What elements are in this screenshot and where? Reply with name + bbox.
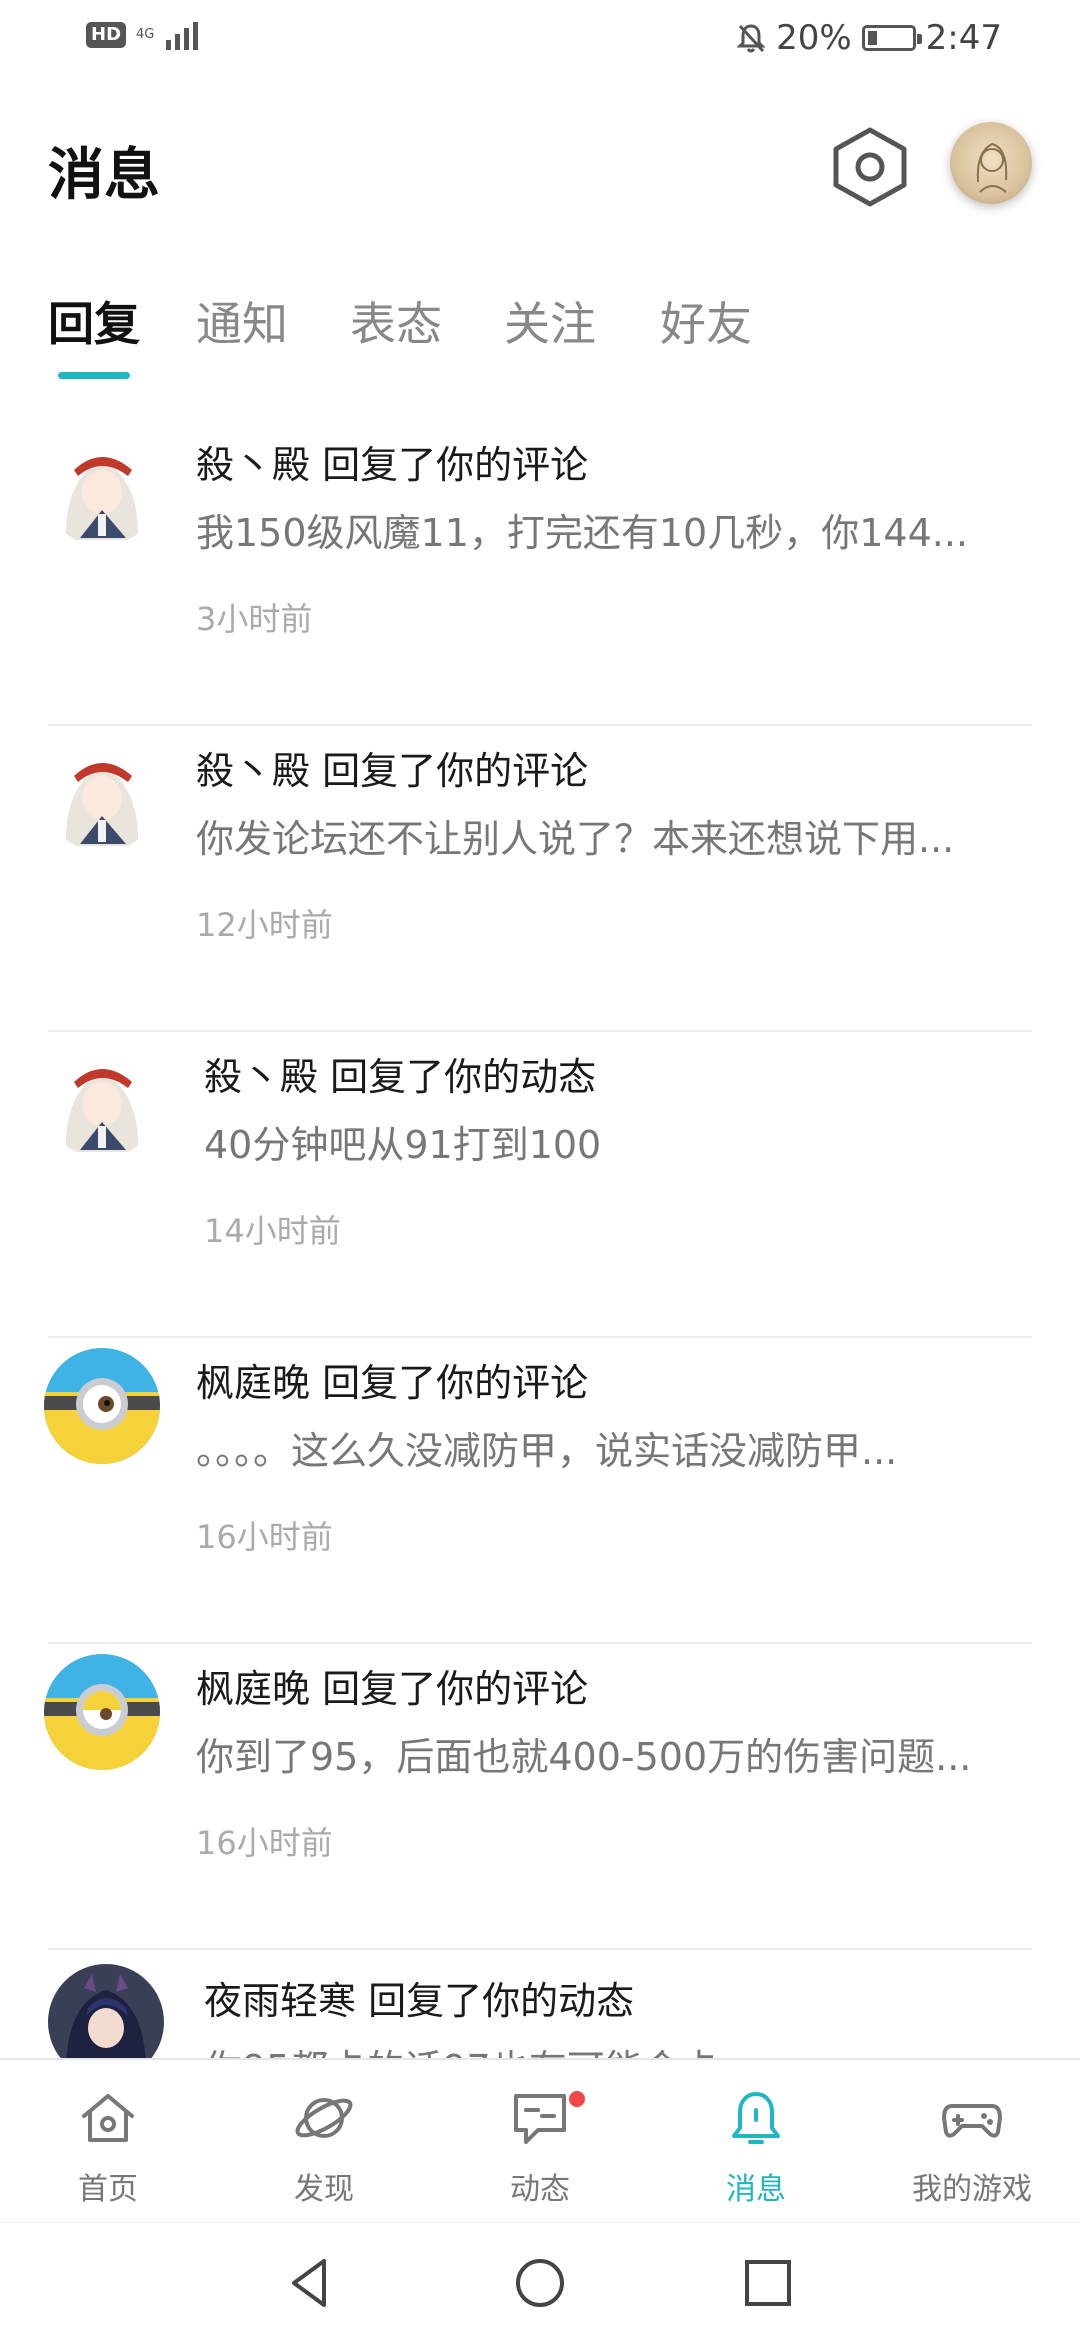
sender-avatar[interactable] — [44, 736, 160, 852]
message-item[interactable]: 枫庭晚 回复了你的评论 你到了95，后面也就400-500万的伤害问题... 1… — [0, 1644, 1080, 1950]
dark-hair-avatar-icon — [48, 1964, 164, 2060]
message-title: 殺丶殿 回复了你的评论 — [196, 749, 589, 793]
user-avatar[interactable] — [950, 122, 1032, 204]
nav-label: 动态 — [510, 2172, 570, 2207]
tab-reply[interactable]: 回复 — [48, 288, 140, 354]
notification-dot — [566, 2088, 588, 2110]
message-item[interactable]: 殺丶殿 回复了你的评论 你发论坛还不让别人说了？本来还想说下用... 12小时前 — [0, 726, 1080, 1032]
home-icon — [82, 2094, 134, 2142]
message-time: 16小时前 — [196, 1518, 333, 1556]
system-nav-bar — [0, 2222, 1080, 2340]
page-title: 消息 — [48, 143, 160, 208]
status-left: HD 4G — [86, 20, 199, 50]
sender-avatar[interactable] — [44, 1654, 160, 1770]
bottom-nav: 首页 发现 动态 消息 我的游戏 — [0, 2058, 1080, 2220]
message-body: 40分钟吧从91打到100 — [204, 1123, 602, 1167]
back-icon[interactable] — [280, 2253, 340, 2313]
tab-follow[interactable]: 关注 — [504, 288, 596, 354]
tab-reaction[interactable]: 表态 — [350, 288, 442, 354]
message-title: 枫庭晚 回复了你的评论 — [196, 1667, 589, 1711]
tab-notice[interactable]: 通知 — [196, 288, 288, 354]
sketch-avatar-icon — [976, 142, 1008, 193]
battery-icon — [861, 25, 922, 51]
message-time: 3小时前 — [196, 600, 313, 638]
battery-percent: 20% — [776, 18, 852, 58]
sender-avatar[interactable] — [44, 1348, 160, 1464]
message-title: 夜雨轻寒 回复了你的动态 — [204, 1979, 635, 2023]
message-title: 殺丶殿 回复了你的动态 — [204, 1055, 597, 1099]
message-time: 12小时前 — [196, 906, 333, 944]
nav-my-games[interactable]: 我的游戏 — [864, 2060, 1080, 2222]
message-body: 你发论坛还不让别人说了？本来还想说下用... — [196, 817, 955, 861]
message-item[interactable]: 殺丶殿 回复了你的评论 我150级风魔11，打完还有10几秒，你144... 3… — [0, 420, 1080, 726]
clock: 2:47 — [925, 18, 1002, 58]
network-label: 4G — [136, 27, 155, 42]
home-circle-icon[interactable] — [510, 2253, 570, 2313]
minion-avatar-icon — [44, 1654, 160, 1770]
signal-icon — [166, 20, 199, 50]
nav-discover[interactable]: 发现 — [216, 2060, 432, 2222]
settings-button[interactable] — [830, 124, 910, 210]
tab-indicator — [58, 372, 130, 379]
status-bar: HD 4G 20% 2:47 — [0, 0, 1080, 80]
message-title: 枫庭晚 回复了你的评论 — [196, 1361, 589, 1405]
anime-girl-avatar-icon — [44, 736, 160, 852]
chat-icon — [514, 2094, 566, 2144]
nav-label: 首页 — [78, 2172, 138, 2207]
header: 消息 — [0, 100, 1080, 240]
status-right: 20% 2:47 — [736, 18, 1002, 58]
tab-friends[interactable]: 好友 — [660, 288, 752, 354]
gamepad-icon — [942, 2104, 1002, 2138]
sender-avatar[interactable] — [44, 1042, 160, 1158]
anime-girl-avatar-icon — [44, 430, 160, 546]
nav-feed[interactable]: 动态 — [432, 2060, 648, 2222]
message-item[interactable]: 殺丶殿 回复了你的动态 40分钟吧从91打到100 14小时前 — [0, 1032, 1080, 1338]
message-item[interactable]: 枫庭晚 回复了你的评论 。。。。这么久没减防甲，说实话没减防甲... 16小时前 — [0, 1338, 1080, 1644]
sender-avatar[interactable] — [48, 1964, 164, 2060]
message-title: 殺丶殿 回复了你的评论 — [196, 443, 589, 487]
tab-bar: 回复 通知 表态 关注 好友 — [0, 280, 1080, 390]
message-body: 。。。。这么久没减防甲，说实话没减防甲... — [196, 1429, 898, 1473]
message-time: 16小时前 — [196, 1824, 333, 1862]
message-body: 你95都卡的话97也有可能会卡 — [204, 2038, 1034, 2060]
message-time: 14小时前 — [204, 1212, 341, 1250]
message-item[interactable]: 夜雨轻寒 回复了你的动态 你95都卡的话97也有可能会卡 — [0, 1950, 1080, 2060]
message-list[interactable]: 殺丶殿 回复了你的评论 我150级风魔11，打完还有10几秒，你144... 3… — [0, 420, 1080, 2060]
message-body: 你到了95，后面也就400-500万的伤害问题... — [196, 1735, 972, 1779]
recents-square-icon[interactable] — [738, 2253, 798, 2313]
mute-bell-icon — [736, 24, 766, 53]
nav-messages[interactable]: 消息 — [648, 2060, 864, 2222]
settings-hexagon-icon — [833, 127, 907, 207]
sender-avatar[interactable] — [44, 430, 160, 546]
nav-label: 我的游戏 — [912, 2172, 1032, 2207]
nav-home[interactable]: 首页 — [0, 2060, 216, 2222]
anime-girl-avatar-icon — [44, 1042, 160, 1158]
hd-badge: HD — [86, 22, 127, 48]
nav-label: 消息 — [726, 2172, 786, 2207]
nav-label: 发现 — [294, 2172, 354, 2207]
minion-avatar-icon — [44, 1348, 160, 1464]
planet-icon — [295, 2098, 353, 2138]
bell-icon — [732, 2092, 780, 2144]
message-body: 我150级风魔11，打完还有10几秒，你144... — [196, 511, 969, 555]
